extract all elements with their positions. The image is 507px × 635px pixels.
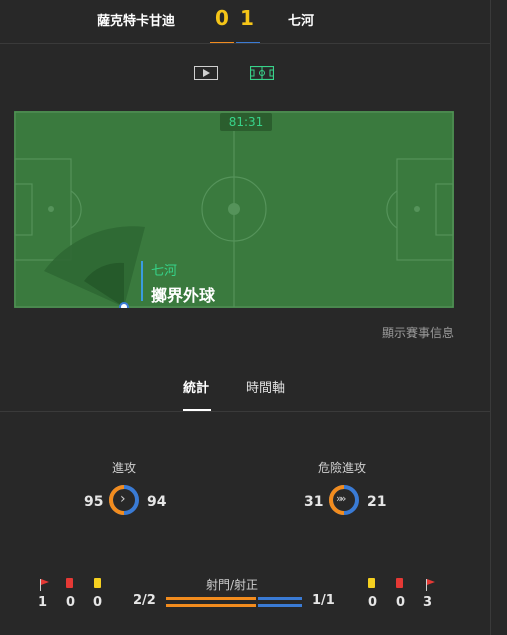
tab-divider bbox=[0, 411, 490, 412]
home-team-name[interactable]: 薩克特卡甘迪 bbox=[97, 10, 175, 29]
shots-label: 射門/射正 bbox=[206, 578, 259, 592]
home-corners-value: 1 bbox=[38, 595, 48, 610]
yellow-card-icon bbox=[94, 578, 101, 588]
away-red-cards-value: 0 bbox=[396, 595, 406, 610]
away-corners-value: 3 bbox=[423, 595, 433, 610]
shots-away-value: 1/1 bbox=[312, 593, 335, 608]
double-chevron-icon: »» bbox=[336, 492, 347, 505]
dangerous-attack-away-value: 21 bbox=[367, 494, 387, 510]
away-score: 1 bbox=[240, 6, 254, 30]
event-marker-bar bbox=[141, 261, 143, 301]
shots-on-target-away-bar bbox=[258, 604, 302, 607]
dangerous-attack-label: 危險進攻 bbox=[318, 461, 367, 475]
shots-home-value: 2/2 bbox=[133, 593, 156, 608]
attack-ring: › bbox=[108, 484, 140, 516]
tab-stats[interactable]: 統計 bbox=[183, 377, 209, 396]
away-team-name[interactable]: 七河 bbox=[288, 10, 314, 29]
shots-home-bar bbox=[166, 597, 256, 600]
event-name: 擲界外球 bbox=[151, 286, 216, 305]
attack-home-value: 95 bbox=[84, 494, 104, 510]
red-card-icon bbox=[396, 578, 403, 588]
match-clock: 81:31 bbox=[220, 113, 272, 131]
dangerous-attack-ring: »» bbox=[328, 484, 360, 516]
home-score: 0 bbox=[215, 6, 229, 30]
red-card-icon bbox=[66, 578, 73, 588]
tab-timeline[interactable]: 時間軸 bbox=[246, 377, 285, 396]
shots-on-target-home-bar bbox=[166, 604, 256, 607]
dangerous-attack-home-value: 31 bbox=[304, 494, 324, 510]
show-match-info-link[interactable]: 顯示賽事信息 bbox=[382, 324, 454, 341]
chevron-right-icon: › bbox=[120, 491, 126, 507]
pitch-view: 81:31 bbox=[14, 111, 454, 308]
play-icon[interactable] bbox=[194, 65, 218, 80]
corner-flag-icon bbox=[425, 576, 435, 595]
header-divider bbox=[0, 43, 490, 44]
attack-away-value: 94 bbox=[147, 494, 167, 510]
attack-label: 進攻 bbox=[112, 461, 137, 475]
corner-flag-icon bbox=[39, 576, 49, 595]
yellow-card-icon bbox=[368, 578, 375, 588]
event-team: 七河 bbox=[151, 264, 178, 279]
shots-away-bar bbox=[258, 597, 302, 600]
side-divider bbox=[490, 0, 491, 635]
away-yellow-cards-value: 0 bbox=[368, 595, 378, 610]
pitch-icon[interactable] bbox=[249, 65, 275, 81]
home-yellow-cards-value: 0 bbox=[93, 595, 103, 610]
active-tab-indicator bbox=[183, 409, 211, 411]
home-red-cards-value: 0 bbox=[66, 595, 76, 610]
